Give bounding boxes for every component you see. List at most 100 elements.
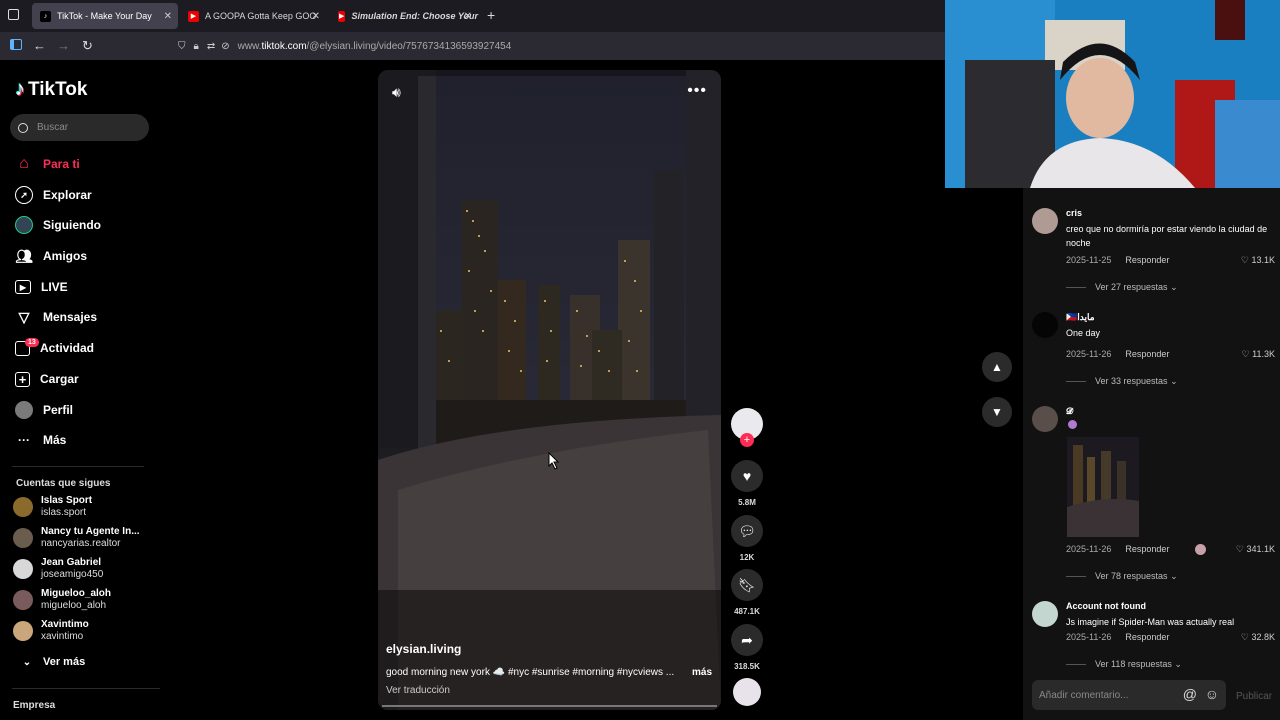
live-icon: ▶ — [15, 280, 31, 294]
view-replies-button[interactable]: Ver 78 respuestas ⌄ — [1066, 571, 1178, 582]
sidebar-item-para-ti[interactable]: ⌂ Para ti — [15, 152, 80, 176]
account-handle: migueloo_aloh — [41, 600, 107, 611]
view-replies-label: Ver 78 respuestas — [1095, 571, 1168, 581]
reply-button[interactable]: Responder — [1125, 632, 1169, 642]
sidebar-item-explorar[interactable]: ➚ Explorar — [15, 183, 92, 207]
comment-author[interactable]: Account not found — [1066, 601, 1146, 611]
followed-account[interactable]: Xavintimo xavintimo — [13, 617, 89, 645]
comment-meta: 2025-11-26 Responder — [1066, 544, 1169, 554]
view-replies-button[interactable]: Ver 118 respuestas ⌄ — [1066, 659, 1182, 670]
video-author[interactable]: elysian.living — [386, 642, 461, 656]
browser-tab-bar: ♪ TikTok - Make Your Day ✕ ▶ A GOOPA Got… — [0, 0, 945, 32]
avatar[interactable] — [1032, 208, 1058, 234]
sidebar-item-live[interactable]: ▶ LIVE — [15, 275, 68, 299]
followed-account[interactable]: Migueloo_aloh migueloo_aloh — [13, 586, 111, 614]
more-icon: ··· — [18, 433, 30, 447]
sidebar-item-actividad[interactable]: 13 Actividad — [15, 336, 94, 360]
comment-like-button[interactable]: ♡ 32.8K — [1241, 632, 1275, 643]
music-disc-button[interactable] — [731, 678, 763, 706]
sidebar-item-mensajes[interactable]: ▽ Mensajes — [15, 305, 97, 329]
search-input[interactable]: Buscar — [10, 114, 149, 141]
video-progress-bar[interactable] — [382, 705, 717, 707]
reply-button[interactable]: Responder — [1125, 349, 1169, 359]
account-handle: xavintimo — [41, 631, 84, 642]
followed-account[interactable]: Islas Sport islas.sport — [13, 493, 92, 521]
comment-text: Js imagine if Spider-Man was actually re… — [1066, 617, 1235, 627]
publish-button[interactable]: Publicar — [1236, 691, 1272, 702]
next-video-button[interactable]: ▼ — [982, 397, 1012, 427]
close-tab-icon[interactable]: ✕ — [312, 11, 320, 22]
view-replies-button[interactable]: Ver 27 respuestas ⌄ — [1066, 282, 1178, 293]
follow-plus-icon[interactable]: + — [740, 433, 754, 447]
creator-liked-avatar — [1195, 544, 1206, 555]
tab-tiktok[interactable]: ♪ TikTok - Make Your Day ✕ — [32, 3, 178, 29]
sidebar-item-siguiendo[interactable]: Siguiendo — [15, 213, 101, 237]
footer-link-empresa[interactable]: Empresa — [13, 700, 55, 711]
sidebar-item-perfil[interactable]: Perfil — [15, 398, 73, 422]
chevron-down-icon: ▼ — [991, 405, 1003, 419]
comment-author[interactable]: 𝓓 — [1066, 406, 1073, 417]
comment-like-count: 32.8K — [1251, 632, 1275, 642]
author-avatar-button[interactable]: + — [731, 408, 763, 447]
see-more-button[interactable]: ⌄ Ver más — [18, 650, 85, 674]
view-replies-button[interactable]: Ver 33 respuestas ⌄ — [1066, 376, 1178, 387]
close-tab-icon[interactable]: ✕ — [464, 11, 472, 22]
sidebar-item-label: LIVE — [41, 280, 68, 294]
reload-icon[interactable]: ↻ — [82, 38, 93, 54]
like-button[interactable]: ♥ 5.8M — [731, 460, 763, 507]
description-more-button[interactable]: más — [692, 667, 712, 678]
search-icon — [18, 122, 28, 133]
sidebar-item-amigos[interactable]: 👥︎ Amigos — [15, 244, 87, 268]
comment-author[interactable]: cris — [1066, 208, 1082, 218]
tab-youtube-goopa[interactable]: ▶ A GOOPA Gotta Keep GOOPIN ✕ — [180, 3, 326, 29]
mention-icon[interactable]: @ — [1183, 686, 1197, 702]
save-button[interactable]: 🔖︎ 487.1K — [731, 569, 763, 616]
comment-like-button[interactable]: ♡ 13.1K — [1241, 255, 1275, 266]
profile-avatar — [15, 401, 33, 419]
shield-icon: ⛉ — [178, 40, 186, 52]
compass-icon: ➚ — [15, 186, 33, 204]
close-tab-icon[interactable]: ✕ — [164, 11, 172, 22]
activity-icon: 13 — [15, 337, 39, 356]
sidebar-toggle-icon[interactable] — [10, 39, 22, 50]
account-handle: nancyarias.realtor — [41, 538, 121, 549]
url-bar[interactable]: ⛉ 🔒︎ ⇄ ⊘ www. tiktok.com/@elysian.living/… — [178, 34, 938, 58]
more-options-icon[interactable]: ••• — [687, 82, 707, 100]
followed-account[interactable]: Jean Gabriel joseamigo450 — [13, 555, 103, 583]
back-icon[interactable]: ← — [33, 38, 46, 53]
avatar — [13, 590, 33, 610]
followed-account[interactable]: Nancy tu Agente In... nancyarias.realtor — [13, 524, 140, 552]
comment-button[interactable]: 💬︎ 12K — [731, 515, 763, 562]
emoji-icon[interactable]: ☺ — [1205, 686, 1219, 702]
url-prefix: www. — [237, 40, 262, 52]
view-replies-label: Ver 27 respuestas — [1095, 282, 1168, 292]
volume-icon[interactable]: 🔊︎ — [392, 84, 401, 101]
tab-youtube-simulation[interactable]: ▶ Simulation End: Choose Your ✕ — [330, 3, 478, 29]
video-player[interactable]: 🔊︎ ••• elysian.living good morning new y… — [378, 70, 721, 710]
share-button[interactable]: ➦ 318.5K — [731, 624, 763, 671]
sidebar-item-mas[interactable]: ··· Más — [15, 428, 66, 452]
tiktok-logo[interactable]: ♪ TikTok — [15, 78, 87, 101]
reply-button[interactable]: Responder — [1125, 544, 1169, 554]
avatar[interactable] — [1032, 312, 1058, 338]
account-name: Migueloo_aloh — [41, 588, 111, 599]
comment-like-button[interactable]: ♡ 11.3K — [1242, 349, 1275, 360]
new-tab-icon[interactable]: + — [487, 7, 495, 23]
tab-list-icon[interactable] — [8, 9, 19, 20]
forward-icon[interactable]: → — [57, 38, 70, 53]
sidebar-item-label: Perfil — [43, 403, 74, 417]
avatar[interactable] — [1032, 601, 1058, 627]
translate-button[interactable]: Ver traducción — [386, 685, 450, 696]
reply-button[interactable]: Responder — [1125, 255, 1169, 265]
url-domain: tiktok.com — [261, 40, 307, 52]
view-replies-label: Ver 118 respuestas — [1095, 659, 1172, 669]
sidebar-item-cargar[interactable]: + Cargar — [15, 367, 79, 391]
avatar[interactable] — [1032, 406, 1058, 432]
comment-input[interactable]: Añadir comentario... @ ☺ — [1032, 680, 1226, 710]
view-replies-label: Ver 33 respuestas — [1095, 376, 1168, 386]
previous-video-button[interactable]: ▲ — [982, 352, 1012, 382]
comment-like-button[interactable]: ♡ 341.1K — [1236, 544, 1275, 555]
comment-author[interactable]: 🇵🇭مايدا — [1066, 312, 1095, 323]
account-name: Jean Gabriel — [41, 557, 102, 568]
comment-attached-image[interactable] — [1067, 437, 1139, 537]
